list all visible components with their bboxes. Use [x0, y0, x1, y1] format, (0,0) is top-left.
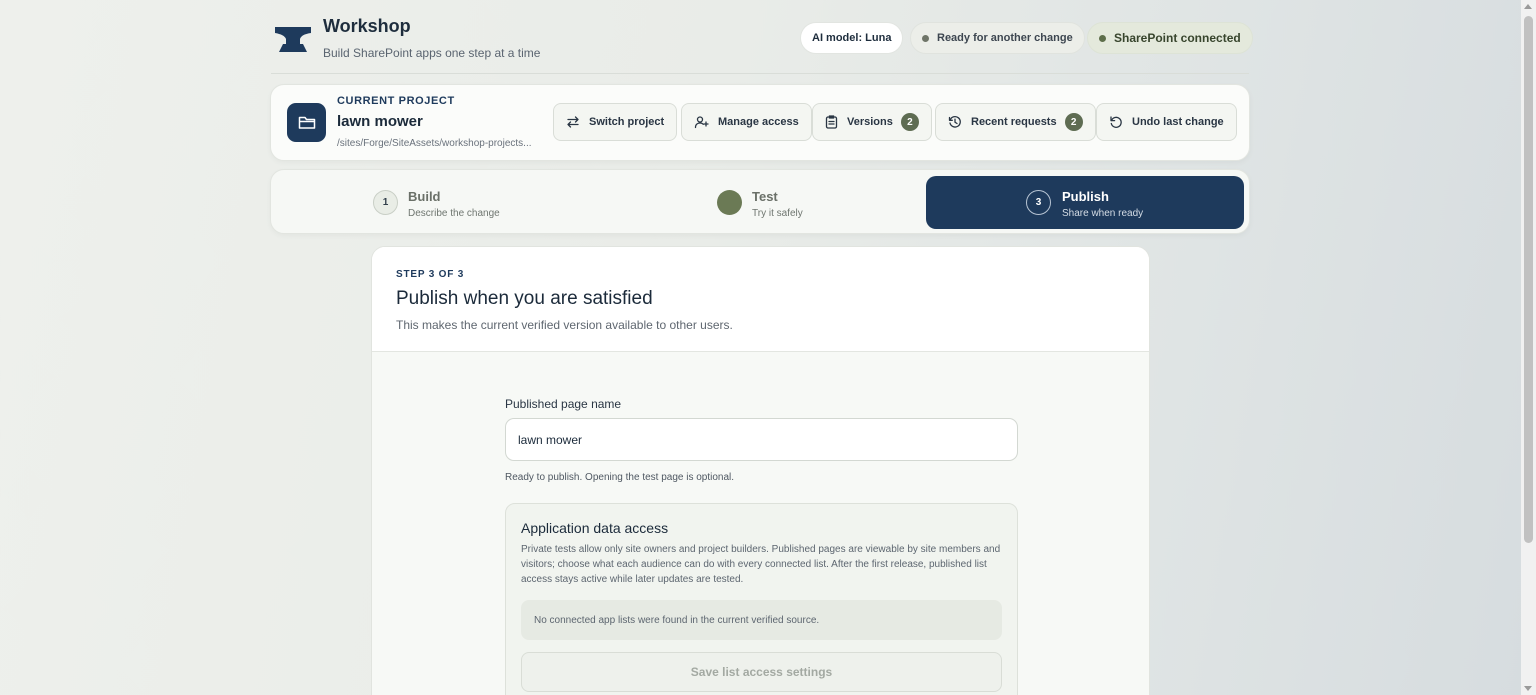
- versions-count-badge: 2: [900, 113, 919, 131]
- anvil-logo-icon: [275, 27, 311, 52]
- connected-dot-icon: [1099, 34, 1106, 42]
- step-publish-active[interactable]: 3 Publish Share when ready: [926, 176, 1244, 229]
- publish-hint: Ready to publish. Opening the test page …: [505, 472, 735, 483]
- step-build-number: 1: [373, 190, 398, 215]
- scrollbar-thumb[interactable]: [1524, 16, 1533, 543]
- page-name-input[interactable]: [505, 418, 1018, 461]
- current-project-card: CURRENT PROJECT lawn mower /sites/Forge/…: [270, 84, 1250, 161]
- current-project-kicker: CURRENT PROJECT: [337, 95, 455, 107]
- project-path: /sites/Forge/SiteAssets/workshop-project…: [337, 138, 532, 149]
- scroll-up-arrow-icon[interactable]: [1524, 4, 1532, 9]
- sharepoint-status-label: SharePoint connected: [1114, 31, 1241, 45]
- recent-requests-button[interactable]: Recent requests 2: [935, 103, 1096, 141]
- app-header: Workshop Build SharePoint apps one step …: [271, 10, 1253, 74]
- step-test-subtitle: Try it safely: [752, 208, 803, 219]
- step-build-title: Build: [408, 189, 441, 204]
- no-lists-text: No connected app lists were found in the…: [534, 614, 820, 626]
- app-subtitle: Build SharePoint apps one step at a time: [323, 46, 541, 60]
- undo-last-change-label: Undo last change: [1132, 116, 1224, 128]
- ready-status-label: Ready for another change: [937, 32, 1073, 44]
- page-name-label: Published page name: [505, 397, 622, 411]
- panel-title: Publish when you are satisfied: [396, 288, 653, 309]
- folder-icon: [298, 116, 315, 129]
- panel-description: This makes the current verified version …: [396, 318, 733, 332]
- swap-arrows-icon: [567, 116, 579, 128]
- project-name: lawn mower: [337, 113, 423, 130]
- publish-panel-header: STEP 3 OF 3 Publish when you are satisfi…: [372, 247, 1149, 352]
- step-test-complete-indicator: [717, 190, 742, 215]
- recent-requests-count-badge: 2: [1064, 113, 1083, 131]
- status-dot-icon: [922, 34, 929, 42]
- versions-label: Versions: [847, 116, 893, 128]
- publish-panel-body: Published page name Ready to publish. Op…: [372, 352, 1149, 695]
- manage-access-button[interactable]: Manage access: [681, 103, 812, 141]
- scroll-down-arrow-icon[interactable]: [1524, 686, 1532, 691]
- history-icon: [948, 116, 961, 128]
- manage-access-label: Manage access: [718, 116, 799, 128]
- no-lists-message: No connected app lists were found in the…: [521, 600, 1002, 640]
- page-scrollbar[interactable]: [1521, 0, 1536, 695]
- step-publish-title: Publish: [1062, 189, 1109, 204]
- recent-requests-label: Recent requests: [971, 116, 1057, 128]
- application-data-access-card: Application data access Private tests al…: [505, 503, 1018, 695]
- project-folder-badge: [287, 103, 326, 142]
- step-test[interactable]: Test Try it safely: [715, 176, 915, 229]
- workflow-stepper: 1 Build Describe the change Test Try it …: [270, 169, 1250, 234]
- publish-panel: STEP 3 OF 3 Publish when you are satisfi…: [371, 246, 1150, 695]
- access-title: Application data access: [521, 520, 669, 536]
- ai-model-pill[interactable]: AI model: Luna: [800, 22, 904, 54]
- step-test-title: Test: [752, 189, 778, 204]
- versions-button[interactable]: Versions 2: [812, 103, 932, 141]
- access-description: Private tests allow only site owners and…: [521, 544, 1001, 585]
- step-build[interactable]: 1 Build Describe the change: [371, 176, 571, 229]
- app-title: Workshop: [323, 16, 411, 36]
- undo-icon: [1110, 116, 1122, 128]
- step-publish-number: 3: [1026, 190, 1051, 215]
- ai-model-label: AI model: Luna: [812, 32, 892, 44]
- step-kicker: STEP 3 OF 3: [396, 269, 465, 280]
- switch-project-button[interactable]: Switch project: [553, 103, 678, 141]
- add-user-icon: [694, 116, 709, 129]
- switch-project-label: Switch project: [589, 116, 665, 128]
- save-list-access-button[interactable]: Save list access settings: [521, 652, 1002, 692]
- sharepoint-status-pill: SharePoint connected: [1087, 22, 1253, 54]
- undo-last-change-button[interactable]: Undo last change: [1096, 103, 1237, 141]
- versions-clipboard-icon: [825, 115, 838, 129]
- ready-status-pill: Ready for another change: [910, 22, 1085, 54]
- step-publish-subtitle: Share when ready: [1062, 208, 1144, 219]
- step-build-subtitle: Describe the change: [408, 208, 500, 219]
